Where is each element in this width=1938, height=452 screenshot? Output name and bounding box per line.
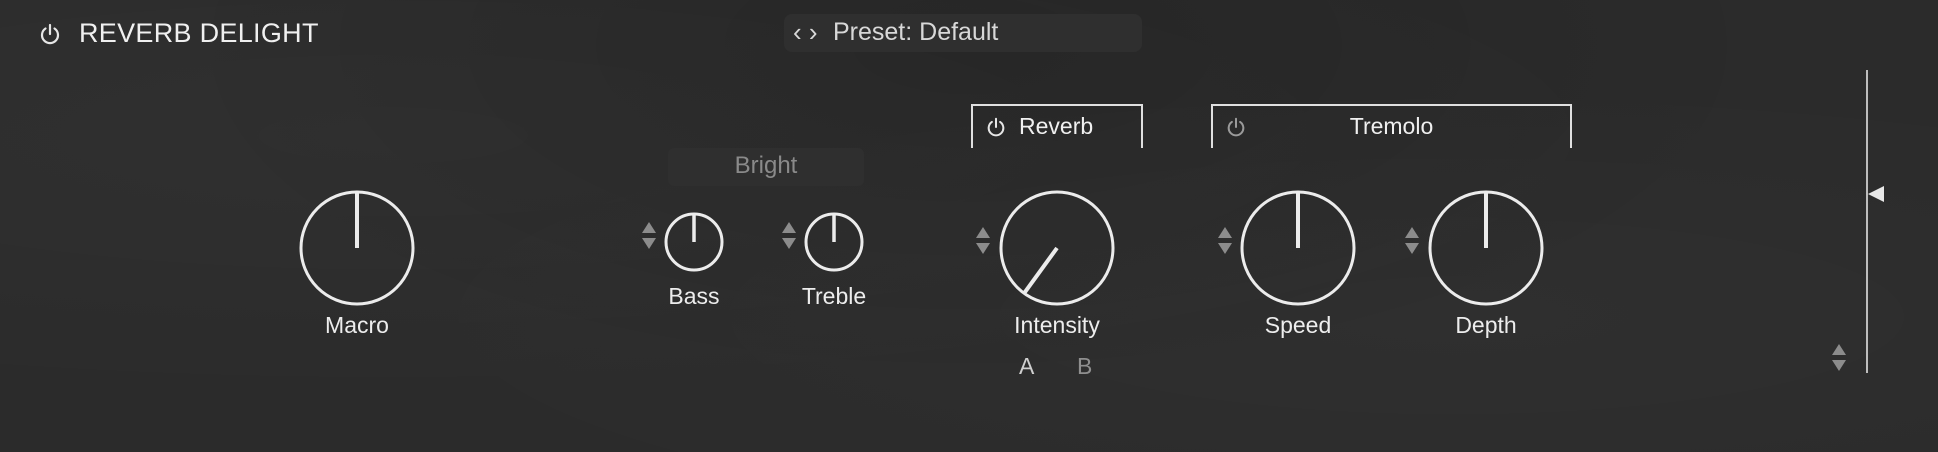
plugin-title: REVERB DELIGHT [79,18,319,48]
speed-stepper[interactable] [1217,227,1233,254]
intensity-knob-pointer [1022,246,1059,295]
speed-knob[interactable] [1238,188,1358,308]
power-icon[interactable] [38,22,62,46]
increment-arrow-icon[interactable] [1218,227,1232,238]
increment-arrow-icon[interactable] [976,227,990,238]
bright-toggle[interactable]: Bright [668,152,864,180]
depth-stepper[interactable] [1404,227,1420,254]
increment-arrow-icon[interactable] [782,222,796,233]
ab-button-a[interactable]: A [1019,353,1034,380]
depth-knob[interactable] [1426,188,1546,308]
increment-arrow-icon[interactable] [1405,227,1419,238]
treble-knob[interactable] [804,212,864,272]
preset-label[interactable]: Preset: Default [833,18,998,47]
speed-label: Speed [1264,312,1332,338]
preset-prev-next-icon[interactable]: ‹ › [793,17,818,48]
macro-label: Macro [325,312,389,338]
bass-knob[interactable] [664,212,724,272]
decrement-arrow-icon[interactable] [1405,243,1419,254]
decrement-arrow-icon[interactable] [1218,243,1232,254]
output-stepper[interactable] [1831,344,1847,371]
bass-label: Bass [668,283,720,309]
output-meter-track [1866,70,1868,373]
treble-label: Treble [801,283,867,309]
decrement-arrow-icon[interactable] [642,238,656,249]
intensity-stepper[interactable] [975,227,991,254]
reverb-power-icon[interactable] [985,116,1007,138]
increment-arrow-icon[interactable] [642,222,656,233]
treble-stepper[interactable] [781,222,797,249]
ab-button-b[interactable]: B [1077,353,1092,380]
macro-knob[interactable] [297,188,417,308]
tremolo-title: Tremolo [1349,113,1434,139]
output-level-pointer[interactable] [1868,186,1884,203]
depth-label: Depth [1455,312,1517,338]
intensity-knob[interactable] [997,188,1117,308]
decrement-arrow-icon[interactable] [976,243,990,254]
increment-arrow-icon[interactable] [1832,344,1846,355]
decrement-arrow-icon[interactable] [1832,360,1846,371]
reverb-title: Reverb [1019,113,1094,139]
intensity-label: Intensity [1014,312,1100,338]
background-texture [0,0,1938,452]
bass-stepper[interactable] [641,222,657,249]
decrement-arrow-icon[interactable] [782,238,796,249]
